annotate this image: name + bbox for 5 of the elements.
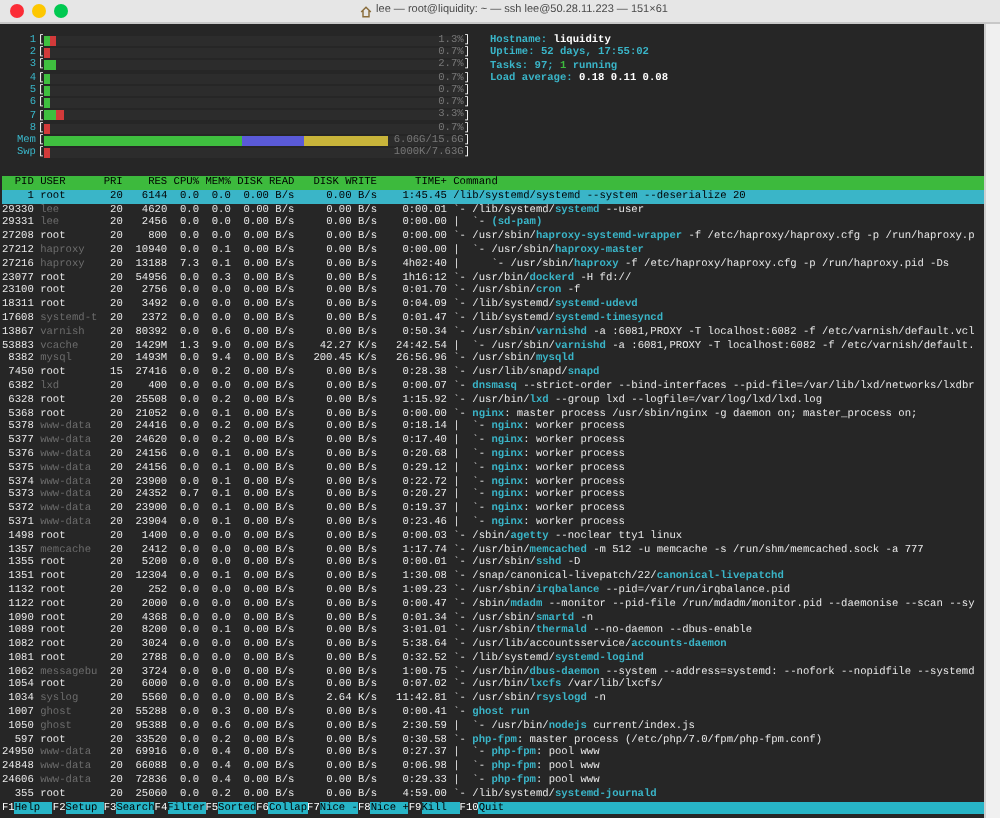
house-icon	[360, 5, 373, 17]
close-button[interactable]	[10, 4, 24, 18]
zoom-button[interactable]	[54, 4, 68, 18]
minimize-button[interactable]	[32, 4, 46, 18]
scrollbar[interactable]	[984, 24, 1000, 818]
